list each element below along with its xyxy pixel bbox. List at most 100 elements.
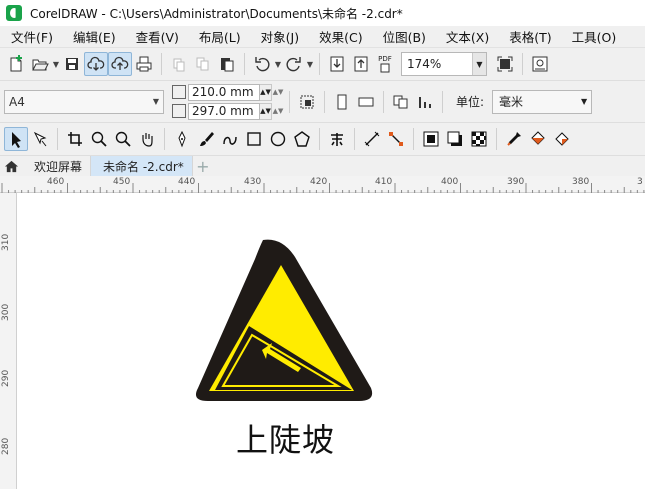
menu-file[interactable]: 文件(F)	[0, 27, 62, 46]
print-icon[interactable]	[132, 52, 156, 76]
all-pages-icon[interactable]	[295, 90, 319, 114]
menu-bar: 文件(F) 编辑(E) 查看(V) 布局(L) 对象(J) 效果(C) 位图(B…	[0, 26, 645, 48]
landscape-icon[interactable]	[354, 90, 378, 114]
menu-edit[interactable]: 编辑(E)	[62, 27, 125, 46]
zoom-level-combo[interactable]: 174% ▼	[401, 52, 487, 76]
ruler-label: 410	[375, 177, 393, 187]
title-bar: CorelDRAW - C:\Users\Administrator\Docum…	[0, 0, 645, 26]
text-tool-icon[interactable]	[325, 127, 349, 151]
shadow-tool-icon[interactable]	[419, 127, 443, 151]
pan-tool-icon[interactable]	[135, 127, 159, 151]
ruler-label: 280	[1, 437, 11, 455]
toolbar-separator	[319, 128, 320, 150]
menu-layout[interactable]: 布局(L)	[188, 27, 250, 46]
width-stepper-icon[interactable]: ▲▼	[272, 84, 284, 101]
menu-effects[interactable]: 效果(C)	[308, 27, 371, 46]
toolbar-separator	[522, 53, 523, 75]
save-icon[interactable]	[60, 52, 84, 76]
page-height-field[interactable]: 297.0 mm	[188, 102, 260, 120]
options-icon[interactable]	[528, 52, 552, 76]
menu-view[interactable]: 查看(V)	[125, 27, 188, 46]
tab-welcome-screen[interactable]: 欢迎屏幕	[22, 156, 92, 176]
toolbox	[0, 122, 645, 155]
copy-icon[interactable]	[191, 52, 215, 76]
menu-object[interactable]: 对象(J)	[250, 27, 308, 46]
paste-icon[interactable]	[215, 52, 239, 76]
toolbar-separator	[496, 128, 497, 150]
shape-tool-icon[interactable]	[28, 127, 52, 151]
page-size-value: A4	[9, 94, 25, 109]
connector-tool-icon[interactable]	[384, 127, 408, 151]
zoom-out-tool-icon[interactable]	[111, 127, 135, 151]
property-bar: A4 ▼ 210.0 mm ▲▼ ▲▼ 297.0 mm ▲▼ ▲▼ 单位: 毫…	[0, 80, 645, 122]
toolbar-separator	[161, 53, 162, 75]
ruler-label: 310	[1, 233, 11, 251]
horizontal-ruler[interactable]: 460 450 440 430 420 410 400 390 380 3	[0, 176, 645, 193]
menu-table[interactable]: 表格(T)	[498, 27, 560, 46]
fill-tool-icon[interactable]	[526, 127, 550, 151]
import-icon[interactable]	[325, 52, 349, 76]
open-folder-icon[interactable]	[28, 52, 52, 76]
crop-tool-icon[interactable]	[63, 127, 87, 151]
units-select[interactable]: 毫米 ▼	[492, 89, 593, 114]
open-dropdown-icon[interactable]: ▼	[52, 52, 60, 76]
publish-pdf-icon[interactable]: PDF	[373, 52, 397, 76]
pen-tool-icon[interactable]	[170, 127, 194, 151]
interactive-fill-icon[interactable]	[550, 127, 574, 151]
toolbar-separator	[383, 90, 384, 113]
export-icon[interactable]	[349, 52, 373, 76]
portrait-icon[interactable]	[330, 90, 354, 114]
undo-dropdown-icon[interactable]: ▼	[274, 52, 282, 76]
page-layout-icon[interactable]	[389, 90, 413, 114]
sign-caption: 上陡坡	[236, 421, 336, 459]
window-title: CorelDRAW - C:\Users\Administrator\Docum…	[30, 6, 403, 21]
units-value: 毫米	[499, 95, 524, 109]
ruler-label: 400	[441, 177, 459, 187]
cloud-download-icon[interactable]	[84, 52, 108, 76]
page-size-select[interactable]: A4 ▼	[4, 89, 164, 114]
page-width-field[interactable]: 210.0 mm	[188, 83, 260, 101]
undo-icon[interactable]	[250, 52, 274, 76]
eyedropper-tool-icon[interactable]	[502, 127, 526, 151]
ruler-label: 460	[47, 177, 65, 187]
parallel-dimension-icon[interactable]	[360, 127, 384, 151]
height-spinner[interactable]: ▲▼	[260, 102, 272, 120]
toolbar-separator	[57, 128, 58, 150]
redo-icon[interactable]	[282, 52, 306, 76]
chevron-down-icon[interactable]: ▼	[149, 97, 163, 106]
units-label: 单位:	[456, 95, 485, 109]
tab-document[interactable]: 未命名 -2.cdr*	[91, 156, 193, 176]
polygon-tool-icon[interactable]	[290, 127, 314, 151]
width-spinner[interactable]: ▲▼	[260, 83, 272, 101]
pdf-label: PDF	[378, 55, 392, 63]
vertical-ruler[interactable]: 310 300 290 280	[0, 193, 17, 489]
menu-text[interactable]: 文本(X)	[435, 27, 498, 46]
full-screen-icon[interactable]	[493, 52, 517, 76]
transparency-tool-icon[interactable]	[467, 127, 491, 151]
page-bars-icon[interactable]	[413, 90, 437, 114]
toolbar-separator	[289, 90, 290, 113]
drop-shadow-icon[interactable]	[443, 127, 467, 151]
zoom-tool-icon[interactable]	[87, 127, 111, 151]
add-tab-button[interactable]: +	[193, 156, 213, 176]
height-icon	[172, 104, 186, 118]
drawing-canvas[interactable]: 上陡坡	[18, 193, 645, 489]
new-document-icon[interactable]	[4, 52, 28, 76]
chevron-down-icon[interactable]: ▼	[472, 53, 486, 75]
curve-tool-icon[interactable]	[218, 127, 242, 151]
home-icon[interactable]	[0, 156, 22, 176]
ruler-label: 420	[310, 177, 328, 187]
menu-bitmaps[interactable]: 位图(B)	[372, 27, 435, 46]
redo-dropdown-icon[interactable]: ▼	[306, 52, 314, 76]
brush-tool-icon[interactable]	[194, 127, 218, 151]
ellipse-tool-icon[interactable]	[266, 127, 290, 151]
toolbar-separator	[324, 90, 325, 113]
cut-icon[interactable]	[167, 52, 191, 76]
document-tabs: 欢迎屏幕 未命名 -2.cdr* +	[0, 155, 645, 176]
chevron-down-icon[interactable]: ▼	[577, 97, 591, 106]
rectangle-tool-icon[interactable]	[242, 127, 266, 151]
menu-tools[interactable]: 工具(O)	[561, 27, 626, 46]
height-stepper-icon[interactable]: ▲▼	[272, 103, 284, 120]
pick-tool-icon[interactable]	[4, 127, 28, 151]
cloud-upload-icon[interactable]	[108, 52, 132, 76]
